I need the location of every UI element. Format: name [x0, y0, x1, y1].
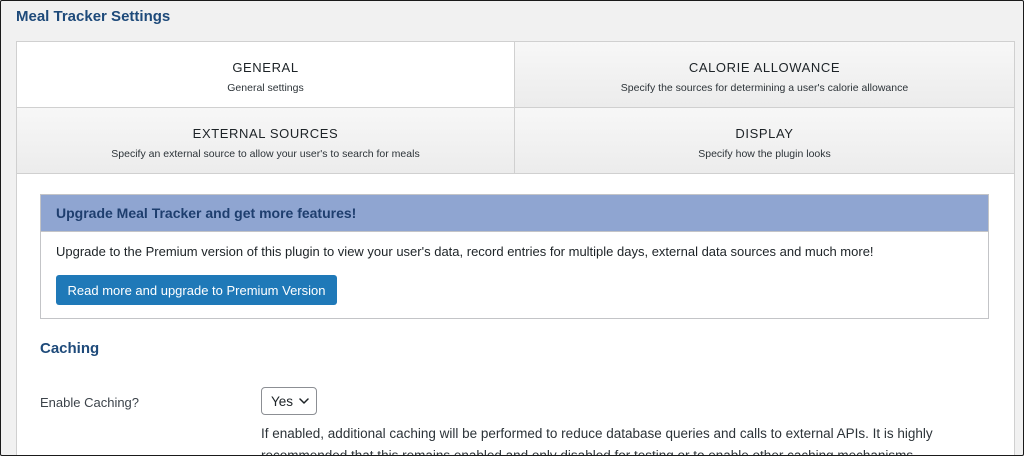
tab-description: Specify an external source to allow your… [111, 148, 420, 160]
tab-title: DISPLAY [735, 126, 794, 141]
enable-caching-label: Enable Caching? [40, 395, 140, 410]
settings-panel: GENERAL General settings CALORIE ALLOWAN… [16, 41, 1015, 456]
tab-display[interactable]: DISPLAY Specify how the plugin looks [515, 108, 1014, 174]
app-window: Meal Tracker Settings GENERAL General se… [0, 0, 1024, 456]
section-title-caching: Caching [40, 340, 100, 357]
tab-description: General settings [227, 82, 304, 94]
chevron-down-icon [299, 398, 309, 404]
page-title: Meal Tracker Settings [16, 8, 171, 25]
caching-help-text: If enabled, additional caching will be p… [261, 426, 933, 456]
upgrade-text: Upgrade to the Premium version of this p… [56, 244, 874, 259]
tab-calorie-allowance[interactable]: CALORIE ALLOWANCE Specify the sources fo… [515, 42, 1014, 108]
tab-title: CALORIE ALLOWANCE [688, 60, 841, 75]
tab-external-sources[interactable]: EXTERNAL SOURCES Specify an external sou… [17, 108, 515, 174]
upgrade-heading: Upgrade Meal Tracker and get more featur… [41, 195, 988, 232]
tab-general[interactable]: GENERAL General settings [17, 42, 515, 108]
tab-title: EXTERNAL SOURCES [192, 126, 339, 141]
select-value: Yes [271, 394, 294, 409]
tab-description: Specify the sources for determining a us… [620, 82, 909, 94]
upgrade-notice: Upgrade Meal Tracker and get more featur… [40, 194, 989, 319]
tab-description: Specify how the plugin looks [698, 148, 831, 160]
tab-title: GENERAL [232, 60, 299, 75]
upgrade-button[interactable]: Read more and upgrade to Premium Version [56, 275, 337, 305]
settings-tabs: GENERAL General settings CALORIE ALLOWAN… [17, 42, 1014, 174]
enable-caching-select[interactable]: Yes [261, 387, 317, 415]
